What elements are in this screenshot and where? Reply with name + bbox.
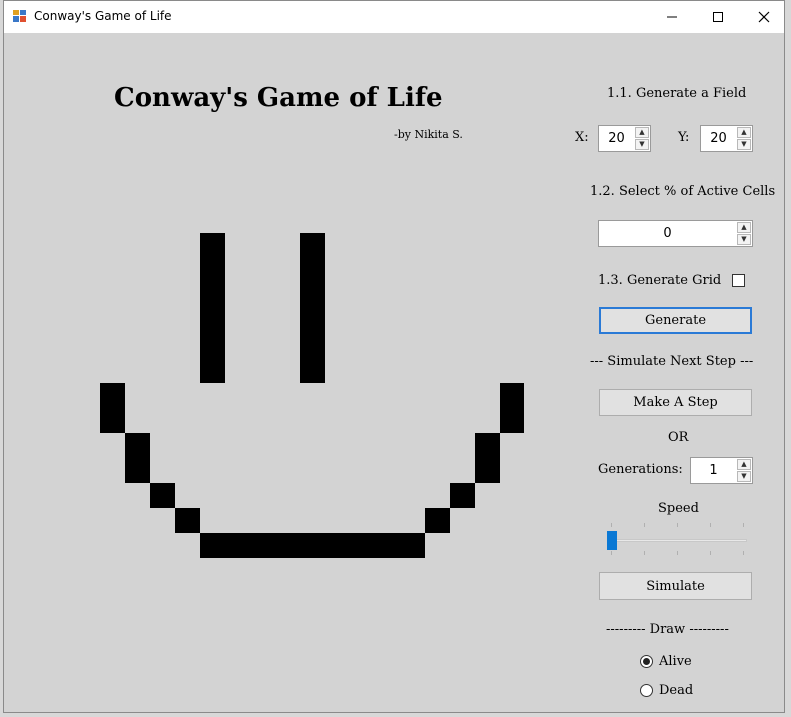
live-cell[interactable] <box>500 408 524 433</box>
app-icon <box>13 10 26 22</box>
live-cell[interactable] <box>200 283 225 308</box>
simulate-button[interactable]: Simulate <box>599 572 752 600</box>
live-cell[interactable] <box>200 308 225 333</box>
live-cell[interactable] <box>200 233 225 258</box>
speed-tick <box>710 523 711 527</box>
speed-tick <box>743 551 744 555</box>
speed-tick <box>611 551 612 555</box>
speed-tick <box>644 523 645 527</box>
generations-down-arrow-icon[interactable]: ▼ <box>737 471 751 482</box>
speed-tick <box>743 523 744 527</box>
title-bar[interactable]: Conway's Game of Life <box>4 1 784 33</box>
speed-tick <box>677 551 678 555</box>
alive-radio[interactable] <box>640 655 653 668</box>
speed-tick <box>611 523 612 527</box>
or-label: OR <box>668 430 689 445</box>
dead-radio[interactable] <box>640 684 653 697</box>
y-down-arrow-icon[interactable]: ▼ <box>737 139 751 150</box>
radio-selected-dot <box>643 658 650 665</box>
draw-section-label: --------- Draw --------- <box>606 622 729 637</box>
page-title: Conway's Game of Life <box>114 83 443 113</box>
live-cell[interactable] <box>300 258 325 283</box>
close-button[interactable] <box>741 1 784 33</box>
live-cell[interactable] <box>300 358 325 383</box>
simulate-next-step-label: --- Simulate Next Step --- <box>590 354 754 369</box>
active-percent-value[interactable]: 0 <box>599 221 736 246</box>
live-cell[interactable] <box>300 308 325 333</box>
live-cell[interactable] <box>500 383 524 408</box>
speed-tick <box>710 551 711 555</box>
x-size-value[interactable]: 20 <box>599 126 634 151</box>
live-cell[interactable] <box>175 508 200 533</box>
close-icon <box>758 11 770 23</box>
x-size-stepper[interactable]: 20 ▲ ▼ <box>598 125 651 152</box>
section-active-cells: 1.2. Select % of Active Cells <box>590 184 776 199</box>
y-label: Y: <box>678 130 690 145</box>
y-up-arrow-icon[interactable]: ▲ <box>737 127 751 138</box>
make-a-step-button[interactable]: Make A Step <box>599 389 752 416</box>
live-cell[interactable] <box>325 533 350 558</box>
y-size-value[interactable]: 20 <box>701 126 736 151</box>
active-percent-stepper[interactable]: 0 ▲ ▼ <box>598 220 753 247</box>
live-cell[interactable] <box>375 533 400 558</box>
speed-slider-thumb[interactable] <box>607 531 617 550</box>
live-cell[interactable] <box>300 333 325 358</box>
live-cell[interactable] <box>200 258 225 283</box>
live-cell[interactable] <box>200 333 225 358</box>
generations-stepper[interactable]: 1 ▲ ▼ <box>690 457 753 484</box>
live-cell[interactable] <box>125 433 150 458</box>
live-cell[interactable] <box>250 533 275 558</box>
speed-slider-track[interactable] <box>607 539 747 542</box>
live-cell[interactable] <box>400 533 425 558</box>
client-area: Conway's Game of Life -by Nikita S. 1.1.… <box>4 33 784 712</box>
live-cell[interactable] <box>200 358 225 383</box>
section-generate-grid: 1.3. Generate Grid <box>598 273 722 288</box>
live-cell[interactable] <box>100 408 125 433</box>
live-cell[interactable] <box>425 508 450 533</box>
minimize-icon <box>667 16 677 18</box>
x-label: X: <box>575 130 589 145</box>
generate-button[interactable]: Generate <box>599 307 752 334</box>
speed-label: Speed <box>658 501 699 516</box>
active-down-arrow-icon[interactable]: ▼ <box>737 234 751 245</box>
speed-tick <box>677 523 678 527</box>
x-down-arrow-icon[interactable]: ▼ <box>635 139 649 150</box>
alive-radio-label[interactable]: Alive <box>659 654 692 669</box>
maximize-button[interactable] <box>695 1 741 33</box>
live-cell[interactable] <box>350 533 375 558</box>
author-byline: -by Nikita S. <box>394 128 463 141</box>
live-cell[interactable] <box>475 458 500 483</box>
live-cell[interactable] <box>100 383 125 408</box>
generations-up-arrow-icon[interactable]: ▲ <box>737 459 751 470</box>
live-cell[interactable] <box>225 533 250 558</box>
live-cell[interactable] <box>125 458 150 483</box>
live-cell[interactable] <box>200 533 225 558</box>
live-cell[interactable] <box>450 483 475 508</box>
live-cell[interactable] <box>300 233 325 258</box>
dead-radio-label[interactable]: Dead <box>659 683 693 698</box>
y-size-stepper[interactable]: 20 ▲ ▼ <box>700 125 753 152</box>
section-generate-field: 1.1. Generate a Field <box>607 86 747 101</box>
minimize-button[interactable] <box>649 1 695 33</box>
live-cell[interactable] <box>300 533 325 558</box>
live-cell[interactable] <box>475 433 500 458</box>
generations-value[interactable]: 1 <box>691 458 736 483</box>
speed-tick <box>644 551 645 555</box>
window-title: Conway's Game of Life <box>34 9 172 23</box>
live-cell[interactable] <box>300 283 325 308</box>
generate-grid-checkbox[interactable] <box>732 274 745 287</box>
life-grid[interactable] <box>4 33 524 593</box>
live-cell[interactable] <box>150 483 175 508</box>
app-window: Conway's Game of Life Conway's Game of L… <box>3 0 785 713</box>
active-up-arrow-icon[interactable]: ▲ <box>737 222 751 233</box>
generations-label: Generations: <box>598 462 683 477</box>
x-up-arrow-icon[interactable]: ▲ <box>635 127 649 138</box>
maximize-icon <box>713 12 723 22</box>
live-cell[interactable] <box>275 533 300 558</box>
